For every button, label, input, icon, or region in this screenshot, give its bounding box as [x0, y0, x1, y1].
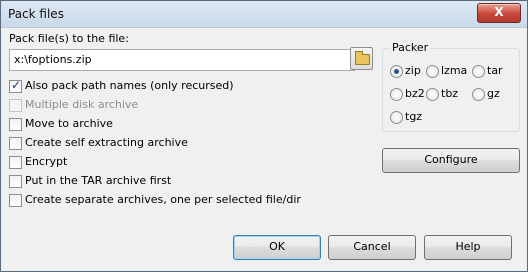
checkbox-label: Put in the TAR archive first	[25, 174, 172, 187]
checkbox-label: Multiple disk archive	[25, 98, 139, 111]
close-button[interactable]: X	[477, 3, 521, 23]
checkbox[interactable]	[9, 118, 22, 131]
title-bar: Pack files X	[1, 1, 527, 28]
folder-icon	[355, 51, 370, 65]
radio-label: tar	[487, 64, 503, 77]
checkbox-label: Move to archive	[25, 117, 113, 130]
help-button[interactable]: Help	[424, 235, 512, 260]
cancel-button[interactable]: Cancel	[328, 235, 416, 260]
browse-button[interactable]	[350, 47, 373, 70]
pack-files-dialog: Pack files X Pack file(s) to the file: x…	[0, 0, 528, 272]
radio-label: tbz	[441, 87, 459, 100]
checkbox-label: Create separate archives, one per select…	[25, 193, 301, 206]
archive-path-input[interactable]: x:\foptions.zip	[9, 49, 355, 71]
checkbox[interactable]	[9, 137, 22, 150]
radio-button[interactable]	[390, 111, 403, 124]
checkbox-label: Also pack path names (only recursed)	[25, 79, 234, 92]
radio-button[interactable]	[426, 88, 439, 101]
window-title: Pack files	[8, 7, 64, 21]
checkbox[interactable]	[9, 156, 22, 169]
radio-label: bz2	[405, 87, 425, 100]
checkbox-label: Encrypt	[25, 155, 68, 168]
radio-button[interactable]	[390, 65, 403, 78]
radio-label: gz	[487, 87, 500, 100]
checkbox-label: Create self extracting archive	[25, 136, 188, 149]
checkbox[interactable]	[9, 78, 22, 93]
ok-button[interactable]: OK	[233, 235, 321, 260]
pack-to-label: Pack file(s) to the file:	[9, 32, 129, 45]
radio-button[interactable]	[426, 65, 439, 78]
radio-label: tgz	[405, 110, 423, 123]
checkbox[interactable]	[9, 194, 22, 207]
packer-group-title: Packer	[390, 41, 431, 54]
checkbox[interactable]	[9, 175, 22, 188]
radio-button[interactable]	[472, 65, 485, 78]
radio-label: lzma	[441, 64, 468, 77]
checkbox	[9, 99, 22, 112]
radio-button[interactable]	[390, 88, 403, 101]
radio-button[interactable]	[472, 88, 485, 101]
configure-button[interactable]: Configure	[382, 148, 520, 173]
radio-label: zip	[405, 64, 421, 77]
